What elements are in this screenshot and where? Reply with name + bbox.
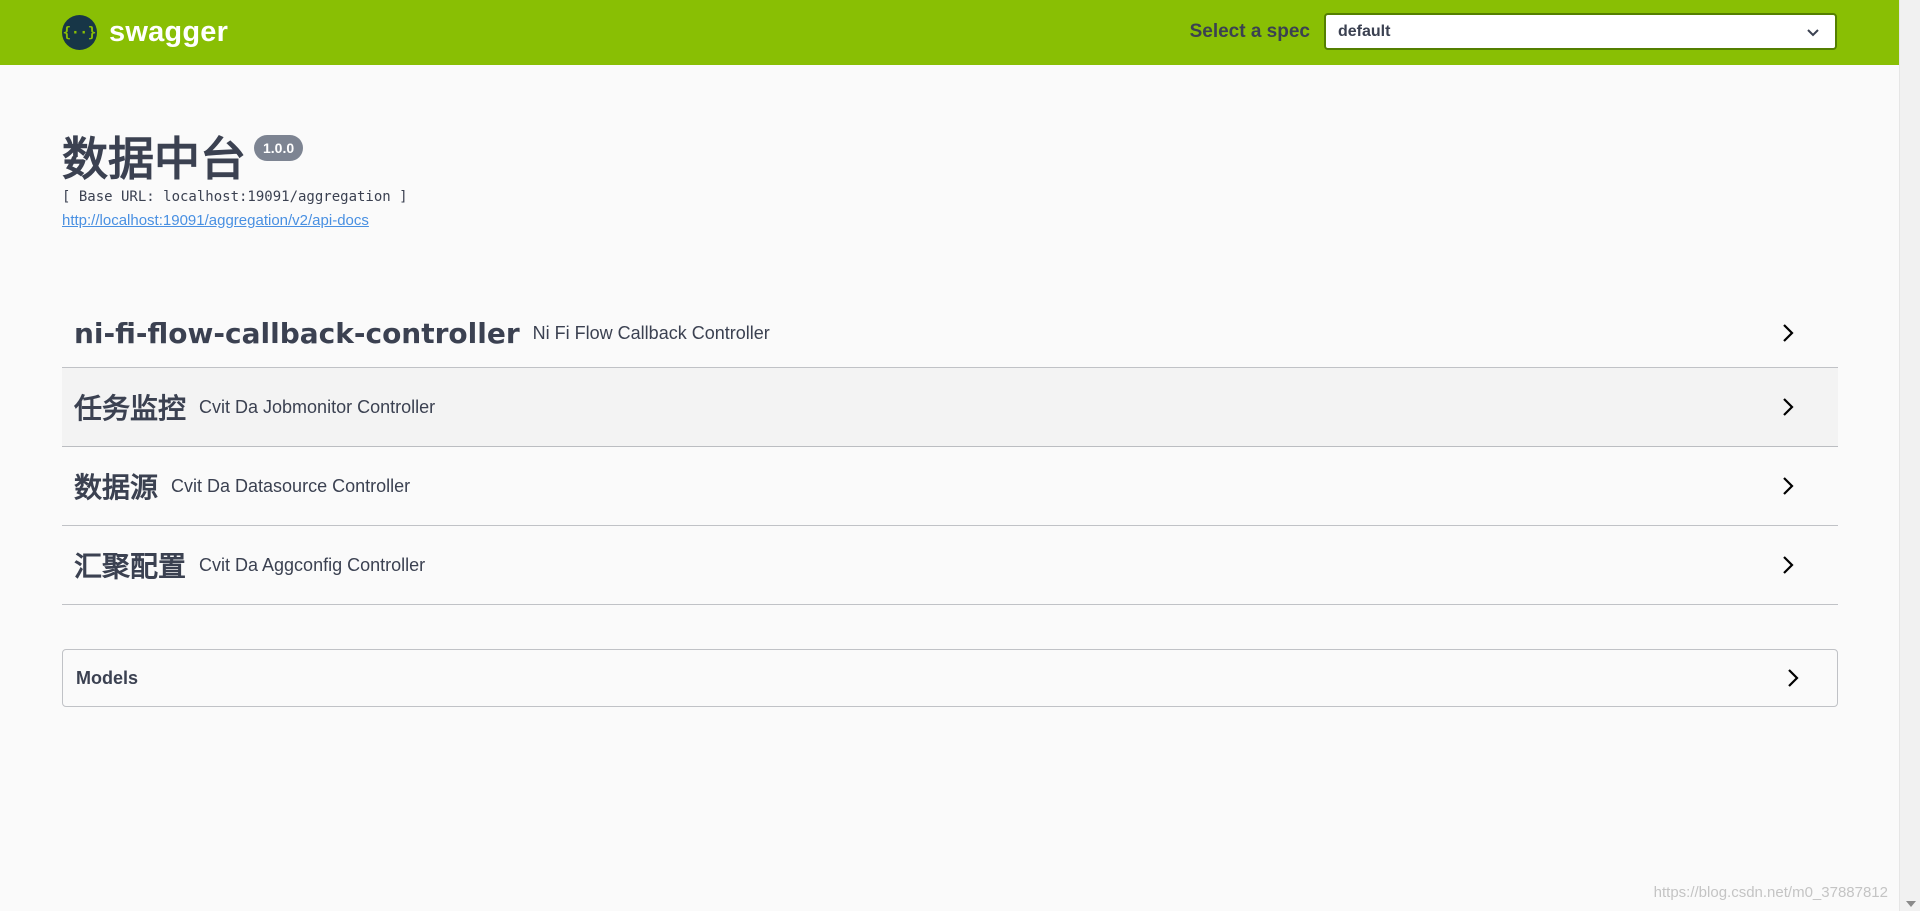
swagger-logo[interactable]: {··} swagger: [62, 15, 228, 50]
version-badge: 1.0.0: [254, 135, 304, 161]
models-section[interactable]: Models: [62, 649, 1838, 707]
tag-name: 数据源: [74, 471, 159, 504]
spec-select-value: default: [1338, 22, 1391, 40]
tag-description: Cvit Da Datasource Controller: [171, 475, 411, 496]
spec-select[interactable]: default: [1324, 13, 1837, 50]
chevron-right-icon: [1783, 398, 1794, 416]
topbar: {··} swagger Select a spec default: [0, 0, 1899, 65]
swagger-logo-icon: {··}: [62, 15, 97, 50]
api-info: 数据中台 1.0.0 [ Base URL: localhost:19091/a…: [62, 130, 1838, 230]
chevron-down-icon: [1807, 28, 1819, 36]
chevron-right-icon: [1788, 669, 1799, 687]
page-title: 数据中台: [62, 132, 246, 186]
tag-list: ni-fi-flow-callback-controller Ni Fi Flo…: [62, 299, 1838, 605]
tag-name: ni-fi-flow-callback-controller: [74, 316, 520, 350]
tag-description: Ni Fi Flow Callback Controller: [532, 322, 770, 343]
api-docs-link[interactable]: http://localhost:19091/aggregation/v2/ap…: [62, 212, 369, 229]
swagger-logo-text: swagger: [109, 16, 229, 48]
spec-label: Select a spec: [1189, 20, 1310, 42]
chevron-right-icon: [1783, 477, 1794, 495]
scroll-down-arrow-icon[interactable]: [1906, 901, 1916, 907]
watermark: https://blog.csdn.net/m0_37887812: [1653, 884, 1888, 901]
base-url: [ Base URL: localhost:19091/aggregation …: [62, 189, 408, 205]
tag-description: Cvit Da Aggconfig Controller: [199, 554, 426, 575]
tag-description: Cvit Da Jobmonitor Controller: [199, 396, 436, 417]
chevron-right-icon: [1783, 324, 1794, 342]
spec-selector: Select a spec default: [1190, 13, 1837, 50]
tag-section-datasource[interactable]: 数据源 Cvit Da Datasource Controller: [62, 447, 1838, 526]
tag-section-ni-fi-flow-callback-controller[interactable]: ni-fi-flow-callback-controller Ni Fi Flo…: [62, 299, 1838, 368]
chevron-right-icon: [1783, 556, 1794, 574]
tag-name: 汇聚配置: [74, 550, 187, 583]
tag-section-aggconfig[interactable]: 汇聚配置 Cvit Da Aggconfig Controller: [62, 526, 1838, 605]
models-label: Models: [76, 667, 139, 688]
tag-name: 任务监控: [74, 392, 187, 425]
vertical-scrollbar[interactable]: [1899, 0, 1920, 911]
tag-section-job-monitor[interactable]: 任务监控 Cvit Da Jobmonitor Controller: [62, 368, 1838, 447]
title-row: 数据中台 1.0.0: [62, 130, 1838, 188]
